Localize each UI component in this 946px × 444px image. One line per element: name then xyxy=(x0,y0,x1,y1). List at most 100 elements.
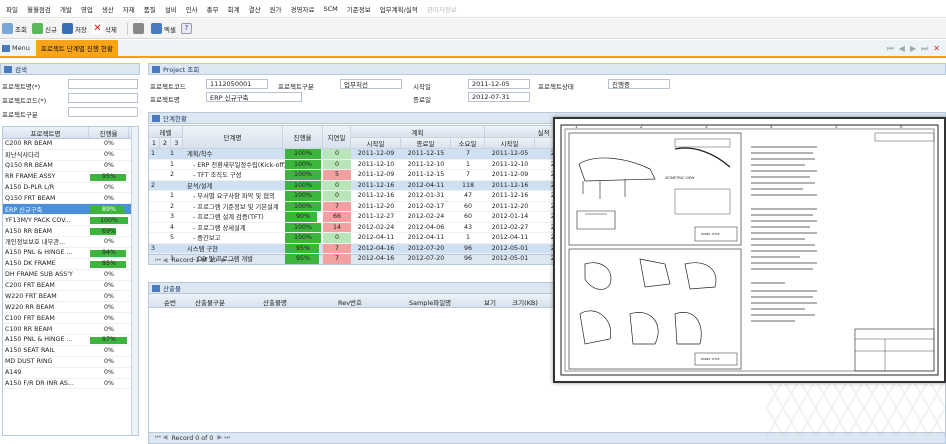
menu-item[interactable]: 기준정보 xyxy=(347,4,371,14)
plan-end-cell: 2011-12-15 xyxy=(407,150,445,158)
col-progress[interactable]: 진행율 xyxy=(283,126,323,149)
pager-nav-icon[interactable]: ▶ ⏭ xyxy=(217,434,230,442)
toolbar: 조회 신규 저장 ✕ 삭제 엑셀 ? xyxy=(0,19,946,39)
last-icon[interactable]: ⏭ xyxy=(921,44,928,54)
table-row[interactable]: A150 PNL & HINGE ... 97% xyxy=(3,335,138,346)
menu-item[interactable]: 결산 xyxy=(249,4,261,14)
menu-item[interactable]: 품질 xyxy=(144,4,156,14)
menu-item[interactable]: 설비 xyxy=(165,4,177,14)
products-col-header[interactable]: 크기(KB) xyxy=(505,297,545,307)
table-row[interactable]: A150 F/R DR INR AS... 0% xyxy=(3,379,138,390)
menu-item[interactable]: 생산 xyxy=(102,4,114,14)
project-name-input[interactable] xyxy=(68,79,138,89)
end-field[interactable]: 2012-07-31 xyxy=(468,92,530,102)
print-button[interactable] xyxy=(132,23,146,34)
help-icon: ? xyxy=(180,23,192,34)
project-name-cell: C200 RR BEAM xyxy=(5,140,53,148)
level-2-button[interactable]: 2 xyxy=(160,138,171,149)
table-row[interactable]: DH FRAME SUB ASS'Y 0% xyxy=(3,270,138,281)
project-name-cell: C100 RR BEAM xyxy=(5,325,53,333)
table-row[interactable]: YF13M/Y PACK COV... 100% xyxy=(3,215,138,227)
menu-item[interactable]: 인사 xyxy=(186,4,198,14)
query-button[interactable]: 조회 xyxy=(2,23,27,34)
table-row[interactable]: A150 D-PLR L/R 0% xyxy=(3,183,138,194)
products-col-header[interactable]: 산출물명 xyxy=(235,297,315,307)
table-row[interactable]: A150 RR BEAM 69% xyxy=(3,226,138,238)
col-plan-end[interactable]: 종료일 xyxy=(401,138,451,149)
pager-nav-icon[interactable]: ⏮ ◀ xyxy=(155,434,168,442)
order-cell xyxy=(163,181,181,191)
menu-item[interactable]: 경영자료 xyxy=(291,4,315,14)
level-3-button[interactable]: 3 xyxy=(171,138,183,149)
products-col-header[interactable]: 순번 xyxy=(155,297,185,307)
progress-cell: 30% xyxy=(283,265,323,266)
progress-cell: 100% xyxy=(89,215,129,225)
type-field[interactable]: 업무처선 xyxy=(340,79,402,89)
first-icon[interactable]: ⏮ xyxy=(887,44,894,54)
menu-item[interactable]: 개발 xyxy=(60,4,72,14)
products-col-header[interactable]: Rev번호 xyxy=(315,297,385,307)
menu-item[interactable]: 월월점검 xyxy=(27,4,51,14)
search-header: 검색 xyxy=(0,63,140,75)
save-button[interactable]: 저장 xyxy=(61,23,87,34)
close-tab-icon[interactable]: ✕ xyxy=(933,44,940,54)
table-row[interactable]: Q150 RR BEAM 0% xyxy=(3,161,138,172)
table-row[interactable]: RR FRAME ASSY 95% xyxy=(3,172,138,183)
table-row[interactable]: C200 FRT BEAM 0% xyxy=(3,281,138,292)
project-code-input[interactable] xyxy=(68,93,138,103)
col-project-name[interactable]: 프로젝트명 xyxy=(3,127,89,138)
menu-item[interactable]: 파일 xyxy=(6,4,18,14)
table-row[interactable]: MD DUST RING 0% xyxy=(3,357,138,368)
next-icon[interactable]: ▶ xyxy=(910,44,916,54)
menu-item[interactable]: 업무계획/실적 xyxy=(380,4,418,14)
col-plan-start[interactable]: 시작일 xyxy=(351,138,401,149)
project-type-select[interactable] xyxy=(68,107,138,117)
plan-end-cell: 2011-12-15 xyxy=(407,171,445,179)
col-delay[interactable]: 지연일 xyxy=(323,126,351,149)
table-row[interactable]: ERP 신규구축 89% xyxy=(3,204,138,216)
menu-item[interactable]: 영업 xyxy=(81,4,93,14)
progress-cell: 0% xyxy=(89,291,129,301)
col-actual-start[interactable]: 시작일 xyxy=(485,138,535,149)
new-button[interactable]: 신규 xyxy=(31,23,57,34)
code-field[interactable]: 1112050001 xyxy=(206,79,268,89)
table-row[interactable]: Q150 FRT BEAM 0% xyxy=(3,193,138,205)
table-row[interactable]: A150 SEAT RAIL 0% xyxy=(3,346,138,357)
status-field[interactable]: 진행중 xyxy=(608,79,670,89)
menu-item[interactable]: SCM xyxy=(323,5,337,13)
level-cell: 4 xyxy=(151,265,161,266)
menu-item[interactable]: 자재 xyxy=(123,4,135,14)
help-button[interactable]: ? xyxy=(180,23,194,34)
menu-item[interactable]: 관리자정보 xyxy=(427,4,457,14)
table-row[interactable]: C100 RR BEAM 0% xyxy=(3,324,138,336)
table-row[interactable]: C200 RR BEAM 0% xyxy=(3,139,138,150)
name-field[interactable]: ERP 신규구축 xyxy=(206,92,302,102)
vertical-scrollbar[interactable] xyxy=(131,127,138,435)
col-stage-name[interactable]: 단계명 xyxy=(183,126,283,149)
delay-cell: 66 xyxy=(323,212,351,222)
level-1-button[interactable]: 1 xyxy=(149,138,160,149)
table-row[interactable]: 개인정보보호 내부관... 0% xyxy=(3,237,138,248)
tab-active[interactable]: 프로젝트 단계별 진행 현황 xyxy=(35,40,118,56)
products-col-header[interactable]: 산출물구분 xyxy=(185,297,235,307)
table-row[interactable]: 파난식사다리 0% xyxy=(3,150,138,161)
menu-item[interactable]: 원가 xyxy=(270,4,282,14)
products-col-header[interactable]: Sample파일명 xyxy=(385,297,475,307)
table-row[interactable]: A149 0% xyxy=(3,368,138,379)
start-field[interactable]: 2011-12-05 xyxy=(468,79,530,89)
prev-icon[interactable]: ◀ xyxy=(899,44,905,54)
col-progress[interactable]: 진행율 xyxy=(89,127,129,138)
excel-button[interactable]: 엑셀 xyxy=(150,23,176,34)
delete-button[interactable]: ✕ 삭제 xyxy=(91,23,117,34)
table-row[interactable]: W220 FRT BEAM 0% xyxy=(3,291,138,303)
table-row[interactable]: A150 PNL & HINGE ... 94% xyxy=(3,248,138,259)
menu-item[interactable]: 회계 xyxy=(228,4,240,14)
col-level[interactable]: 레벨 xyxy=(149,126,183,138)
col-plan-days[interactable]: 소요일 xyxy=(451,138,485,149)
products-col-header[interactable]: 보기 xyxy=(475,297,505,307)
table-row[interactable]: C100 FRT BEAM 0% xyxy=(3,313,138,325)
menu-item[interactable]: 총무 xyxy=(207,4,219,14)
tab-menu[interactable]: Menu xyxy=(2,44,30,52)
table-row[interactable]: W220 RR BEAM 0% xyxy=(3,302,138,314)
table-row[interactable]: A150 DK FRAME 95% xyxy=(3,259,138,270)
